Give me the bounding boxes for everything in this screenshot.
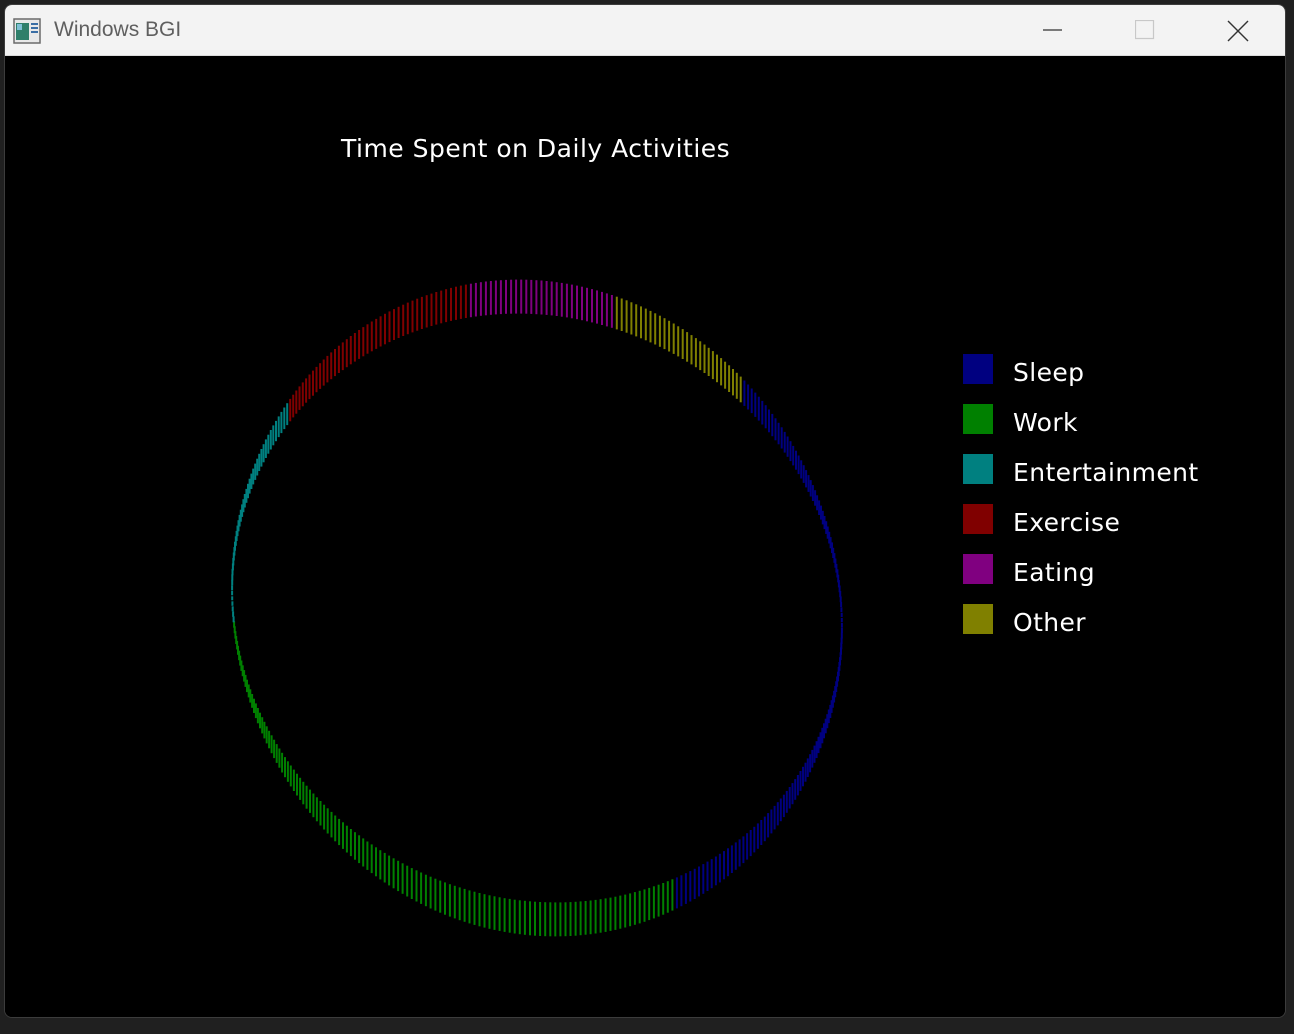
minimize-button[interactable] bbox=[1007, 5, 1099, 55]
bgi-canvas[interactable]: Time Spent on Daily Activities Sleep Work… bbox=[5, 56, 1285, 1017]
pie-slice-sleep bbox=[675, 380, 843, 909]
legend-item-work: Work bbox=[963, 404, 1263, 437]
legend-swatch bbox=[963, 354, 993, 384]
legend-label: Entertainment bbox=[1013, 458, 1199, 487]
legend-label: Eating bbox=[1013, 558, 1095, 587]
resize-grip-icon[interactable] bbox=[1284, 443, 1286, 463]
legend-item-other: Other bbox=[963, 604, 1263, 637]
close-icon bbox=[1227, 20, 1249, 42]
pie-slice-exercise bbox=[289, 284, 467, 422]
legend-label: Work bbox=[1013, 408, 1078, 437]
maximize-icon bbox=[1135, 20, 1155, 40]
legend-swatch bbox=[963, 404, 993, 434]
legend-swatch bbox=[963, 454, 993, 484]
legend-item-entertainment: Entertainment bbox=[963, 454, 1263, 487]
legend-swatch bbox=[963, 604, 993, 634]
legend-item-eating: Eating bbox=[963, 554, 1263, 587]
pie-slice-entertainment bbox=[231, 403, 289, 623]
minimize-icon bbox=[1043, 29, 1062, 31]
legend-item-sleep: Sleep bbox=[963, 354, 1263, 387]
legend-swatch bbox=[963, 554, 993, 584]
pie-slice-other bbox=[615, 296, 742, 403]
maximize-button[interactable] bbox=[1099, 5, 1191, 55]
bgi-app-icon bbox=[13, 18, 41, 44]
close-button[interactable] bbox=[1191, 5, 1283, 55]
legend-item-exercise: Exercise bbox=[963, 504, 1263, 537]
app-window: Windows BGI Time Spent on Daily Activiti… bbox=[4, 4, 1286, 1018]
title-bar[interactable]: Windows BGI bbox=[5, 5, 1285, 56]
legend-swatch bbox=[963, 504, 993, 534]
legend-label: Other bbox=[1013, 608, 1086, 637]
pie-slice-work bbox=[233, 621, 674, 937]
legend-label: Sleep bbox=[1013, 358, 1085, 387]
legend-label: Exercise bbox=[1013, 508, 1121, 537]
window-title: Windows BGI bbox=[54, 18, 182, 41]
pie-slice-eating bbox=[469, 279, 613, 328]
